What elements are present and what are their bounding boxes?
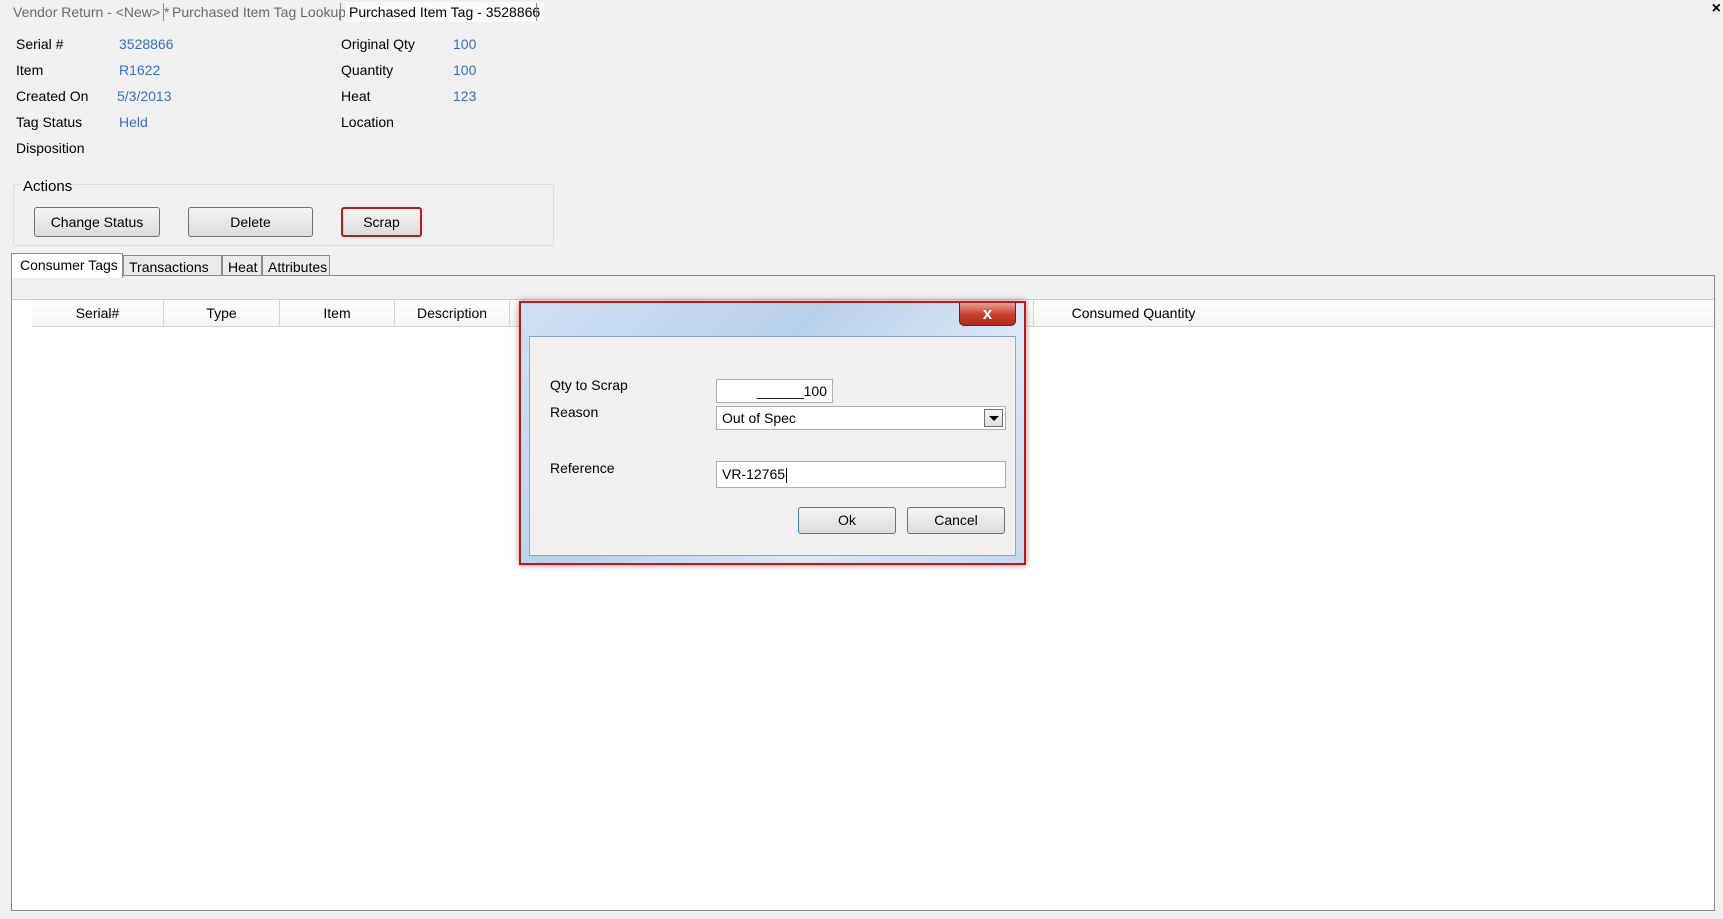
close-window-icon[interactable]: × xyxy=(1712,0,1721,18)
reference-label: Reference xyxy=(550,460,615,476)
cancel-button[interactable]: Cancel xyxy=(907,507,1005,534)
tab-separator xyxy=(163,3,164,21)
reason-select[interactable]: Out of Spec xyxy=(716,406,1006,430)
tab-heat[interactable]: Heat xyxy=(222,255,262,277)
column-header-type[interactable]: Type xyxy=(164,300,280,326)
tag-status-label: Tag Status xyxy=(16,114,83,130)
scrap-dialog: x Qty to Scrap ______100 Reason Out of S… xyxy=(519,301,1026,565)
serial-label: Serial # xyxy=(16,36,64,52)
heat-value: 123 xyxy=(453,88,477,104)
reason-selected-value: Out of Spec xyxy=(722,410,796,426)
tab-attributes[interactable]: Attributes xyxy=(262,255,330,277)
actions-title: Actions xyxy=(22,178,74,195)
doc-tab-purchased-item-tag[interactable]: Purchased Item Tag - 3528866 xyxy=(345,2,545,22)
tab-consumer-tags[interactable]: Consumer Tags xyxy=(11,253,123,278)
column-header-item[interactable]: Item xyxy=(280,300,395,326)
ok-button[interactable]: Ok xyxy=(798,507,896,534)
item-value: R1622 xyxy=(119,62,161,78)
original-qty-label: Original Qty xyxy=(341,36,415,52)
tag-status-value: Held xyxy=(119,114,148,130)
doc-tab-vendor-return[interactable]: Vendor Return - <New> * xyxy=(9,2,173,22)
document-tab-bar: Vendor Return - <New> * Purchased Item T… xyxy=(0,0,1723,24)
change-status-button[interactable]: Change Status xyxy=(34,207,160,237)
tab-separator xyxy=(340,3,341,21)
disposition-label: Disposition xyxy=(16,140,85,156)
qty-to-scrap-label: Qty to Scrap xyxy=(550,377,628,393)
reference-value: VR-12765 xyxy=(722,466,786,482)
tab-separator xyxy=(536,3,537,21)
created-on-value: 5/3/2013 xyxy=(117,88,172,104)
group-by-strip xyxy=(12,276,1714,300)
dialog-body: Qty to Scrap ______100 Reason Out of Spe… xyxy=(529,336,1016,556)
heat-label: Heat xyxy=(341,88,371,104)
original-qty-value: 100 xyxy=(453,36,477,52)
column-header-description[interactable]: Description xyxy=(395,300,510,326)
created-on-label: Created On xyxy=(16,88,89,104)
delete-button[interactable]: Delete xyxy=(188,207,313,237)
qty-to-scrap-input[interactable]: ______100 xyxy=(716,379,833,403)
column-header-consumed-quantity[interactable]: Consumed Quantity xyxy=(1033,300,1233,326)
quantity-label: Quantity xyxy=(341,62,394,78)
reason-label: Reason xyxy=(550,404,599,420)
serial-value: 3528866 xyxy=(119,36,174,52)
tab-transactions[interactable]: Transactions xyxy=(123,255,222,277)
location-label: Location xyxy=(341,114,394,130)
text-caret xyxy=(786,467,788,483)
doc-tab-purchased-item-tag-lookup[interactable]: Purchased Item Tag Lookup xyxy=(168,2,350,22)
reference-input[interactable]: VR-12765 xyxy=(716,461,1006,488)
item-label: Item xyxy=(16,62,44,78)
chevron-down-icon[interactable] xyxy=(984,409,1003,427)
column-header-serial[interactable]: Serial# xyxy=(32,300,164,326)
quantity-value: 100 xyxy=(453,62,477,78)
scrap-button[interactable]: Scrap xyxy=(341,207,422,237)
dialog-close-icon[interactable]: x xyxy=(959,303,1016,326)
